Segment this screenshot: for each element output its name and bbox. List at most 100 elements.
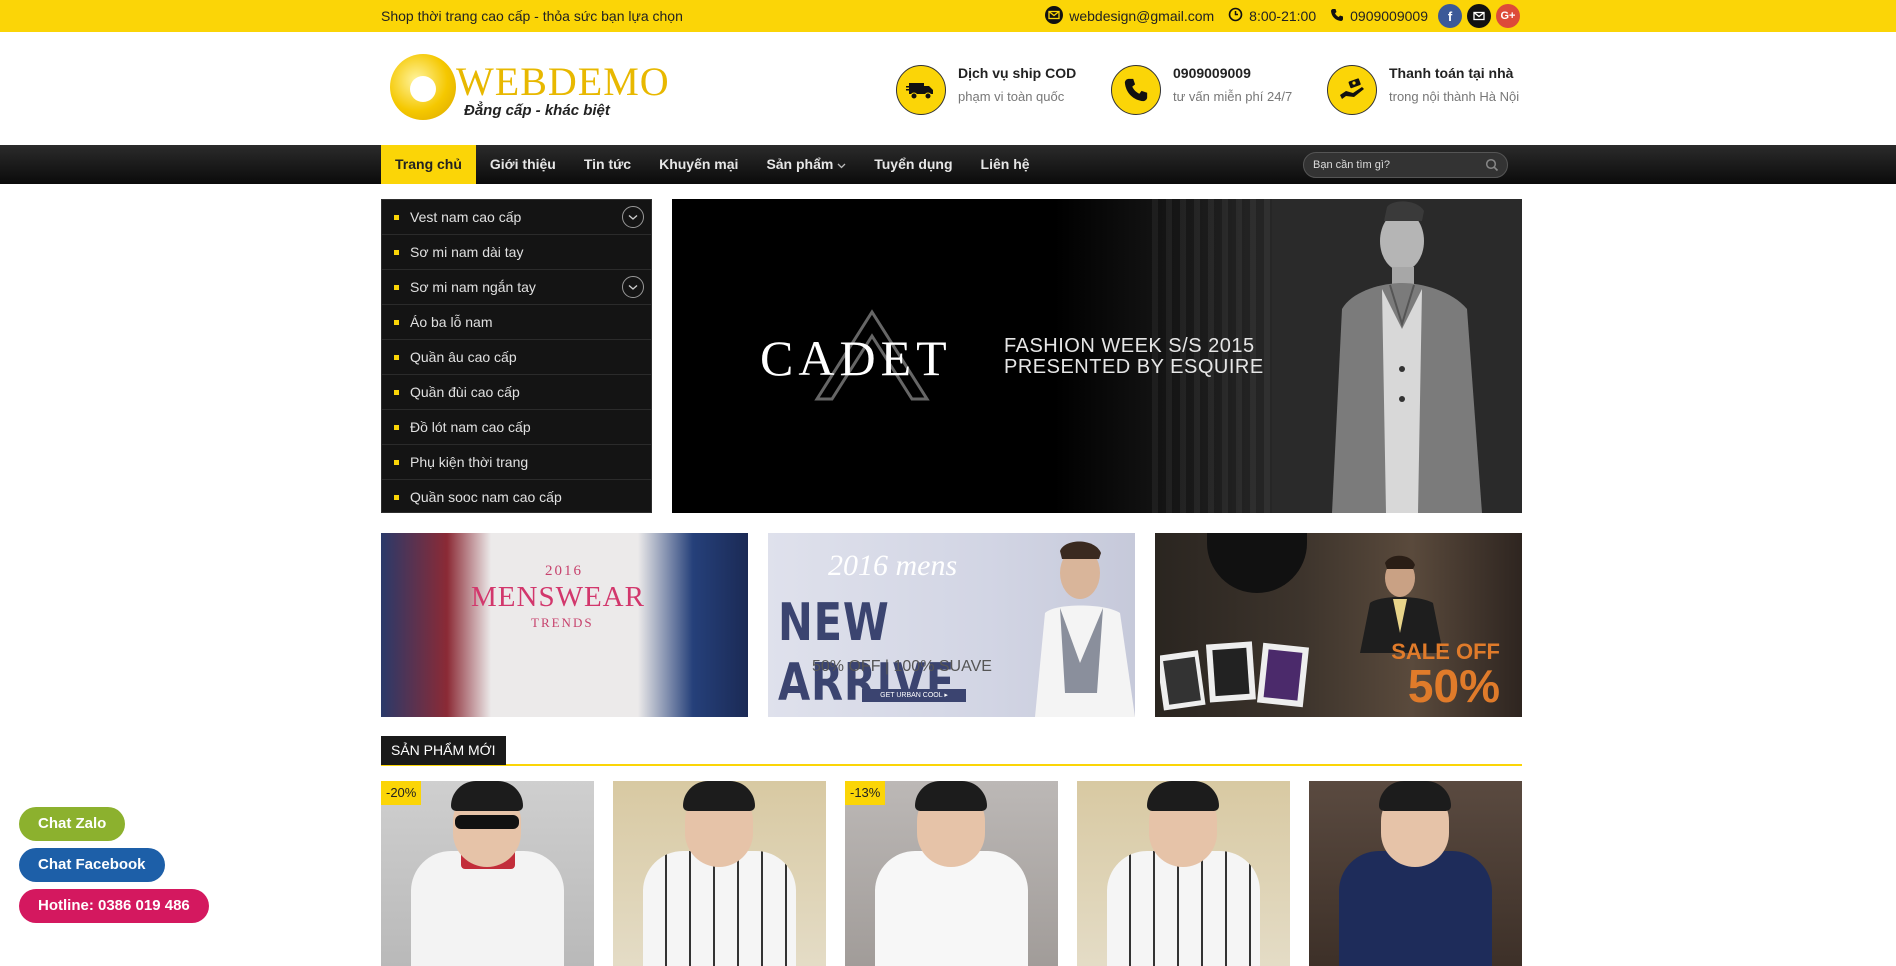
nav-items: Trang chủ Giới thiệu Tin tức Khuyến mại … [381, 145, 1044, 184]
hero-line-1: FASHION WEEK S/S 2015 [1004, 335, 1255, 357]
service-subtitle: phạm vi toàn quốc [958, 89, 1065, 104]
product-image [643, 851, 796, 966]
main-nav: Trang chủ Giới thiệu Tin tức Khuyến mại … [0, 145, 1896, 184]
discount-badge: -13% [845, 781, 886, 805]
site-logo[interactable]: WEBDEMO Đẳng cấp - khác biệt [386, 52, 669, 128]
lamp-image [1207, 533, 1307, 593]
service-title: 0909009009 [1173, 65, 1251, 81]
logo-brand: WEBDEMO [456, 59, 670, 104]
category-label: Áo ba lỗ nam [410, 314, 493, 330]
top-bar: Shop thời trang cao cấp - thỏa sức bạn l… [0, 0, 1896, 32]
service-title: Dịch vụ ship COD [958, 65, 1077, 81]
nav-item-about[interactable]: Giới thiệu [476, 145, 570, 184]
nav-item-news[interactable]: Tin tức [570, 145, 645, 184]
nav-item-home[interactable]: Trang chủ [381, 145, 476, 184]
banner-sale-off[interactable]: SALE OFF 50% [1155, 533, 1522, 717]
category-item[interactable]: Phụ kiện thời trang [382, 445, 651, 480]
category-label: Quần âu cao cấp [410, 349, 517, 365]
model-hair [1147, 781, 1219, 811]
payment-icon [1327, 65, 1377, 115]
phone-icon [1111, 65, 1161, 115]
header: WEBDEMO Đẳng cấp - khác biệt Dịch vụ shi… [0, 32, 1896, 145]
category-label: Vest nam cao cấp [410, 209, 522, 225]
model-hair [1379, 781, 1451, 811]
search-icon[interactable] [1485, 158, 1499, 177]
model-hair [683, 781, 755, 811]
service-payment: Thanh toán tại nhà trong nội thành Hà Nộ… [1327, 63, 1519, 115]
category-item[interactable]: Quần đùi cao cấp [382, 375, 651, 410]
nav-item-products-label: Sản phẩm [766, 156, 834, 172]
truck-icon [896, 65, 946, 115]
banner-subtitle: TRENDS [531, 615, 594, 630]
product-card[interactable] [1309, 781, 1522, 966]
product-card[interactable]: -20% [381, 781, 594, 966]
model-hair [915, 781, 987, 811]
top-phone[interactable]: 0909009009 [1330, 8, 1428, 25]
banner-title: MENSWEAR [471, 581, 645, 613]
product-image [875, 851, 1028, 966]
google-plus-icon[interactable]: G+ [1496, 4, 1520, 28]
page: Shop thời trang cao cấp - thỏa sức bạn l… [0, 0, 1896, 966]
section-title: SẢN PHẨM MỚI [381, 736, 506, 765]
sunglasses [455, 815, 519, 829]
product-card[interactable] [1077, 781, 1290, 966]
category-label: Phụ kiện thời trang [410, 454, 529, 470]
nav-item-promotions[interactable]: Khuyến mại [645, 145, 752, 184]
hotline-button[interactable]: Hotline: 0386 019 486 [19, 889, 209, 923]
category-item[interactable]: Áo ba lỗ nam [382, 305, 651, 340]
product-image [1339, 851, 1492, 966]
category-label: Sơ mi nam dài tay [410, 244, 524, 260]
service-subtitle: trong nội thành Hà Nội [1389, 89, 1520, 104]
category-item[interactable]: Vest nam cao cấp [382, 200, 651, 235]
service-ship-cod: Dịch vụ ship COD phạm vi toàn quốc [896, 63, 1076, 115]
clock-icon [1228, 7, 1243, 25]
banner-subtitle: 50% OFF | 100% SUAVE [812, 658, 992, 675]
mail-icon [1045, 5, 1064, 27]
phone-icon [1330, 8, 1344, 25]
top-email[interactable]: webdesign@gmail.com [1045, 5, 1215, 27]
hero-model-image [1272, 199, 1522, 513]
banner-year: 2016 [545, 563, 583, 579]
top-email-text: webdesign@gmail.com [1069, 8, 1215, 24]
logo-mark [390, 54, 456, 120]
category-menu: Vest nam cao cấp Sơ mi nam dài tay Sơ mi… [381, 199, 652, 513]
category-item[interactable]: Đồ lót nam cao cấp [382, 410, 651, 445]
facebook-icon[interactable]: f [1438, 4, 1462, 28]
chat-facebook-button[interactable]: Chat Facebook [19, 848, 165, 882]
mail-social-icon[interactable] [1467, 4, 1491, 28]
chat-zalo-button[interactable]: Chat Zalo [19, 807, 126, 841]
service-title: Thanh toán tại nhà [1389, 65, 1514, 81]
hero-line-2: PRESENTED BY ESQUIRE [1004, 356, 1264, 378]
chevron-down-icon[interactable] [622, 276, 644, 298]
category-item[interactable]: Sơ mi nam dài tay [382, 235, 651, 270]
discount-badge: -20% [381, 781, 422, 805]
nav-item-contact[interactable]: Liên hệ [967, 145, 1044, 184]
banner-model-image [1035, 541, 1135, 717]
model-hair [451, 781, 523, 811]
category-label: Quần sooc nam cao cấp [410, 489, 562, 505]
category-item[interactable]: Quần sooc nam cao cấp [382, 480, 651, 515]
nav-item-careers[interactable]: Tuyển dụng [860, 145, 966, 184]
category-label: Đồ lót nam cao cấp [410, 419, 531, 435]
chevron-down-icon[interactable] [622, 206, 644, 228]
product-card[interactable]: -13% [845, 781, 1058, 966]
product-card[interactable] [613, 781, 826, 966]
category-item[interactable]: Sơ mi nam ngắn tay [382, 270, 651, 305]
category-label: Quần đùi cao cấp [410, 384, 520, 400]
top-hours: 8:00-21:00 [1228, 7, 1316, 25]
hero-slider[interactable]: CADET FASHION WEEK S/S 2015 PRESENTED BY… [672, 199, 1522, 513]
search-input[interactable] [1313, 156, 1483, 174]
banner-menswear[interactable]: 2016 MENSWEAR TRENDS [381, 533, 748, 717]
top-hours-text: 8:00-21:00 [1249, 8, 1317, 24]
nav-item-products[interactable]: Sản phẩm [752, 145, 860, 184]
product-image [1107, 851, 1260, 966]
logo-slogan: Đẳng cấp - khác biệt [464, 102, 610, 119]
banner-new-arrive[interactable]: 2016 mens NEW ARRIVE 50% OFF | 100% SUAV… [768, 533, 1135, 717]
banner-photos-image [1160, 641, 1310, 711]
chevron-down-icon [837, 163, 846, 169]
top-contact: webdesign@gmail.com 8:00-21:00 090900900… [1031, 4, 1520, 28]
category-item[interactable]: Quần âu cao cấp [382, 340, 651, 375]
banner-button[interactable]: GET URBAN COOL ▸ [862, 689, 966, 702]
top-tagline: Shop thời trang cao cấp - thỏa sức bạn l… [381, 8, 683, 24]
category-label: Sơ mi nam ngắn tay [410, 279, 536, 295]
